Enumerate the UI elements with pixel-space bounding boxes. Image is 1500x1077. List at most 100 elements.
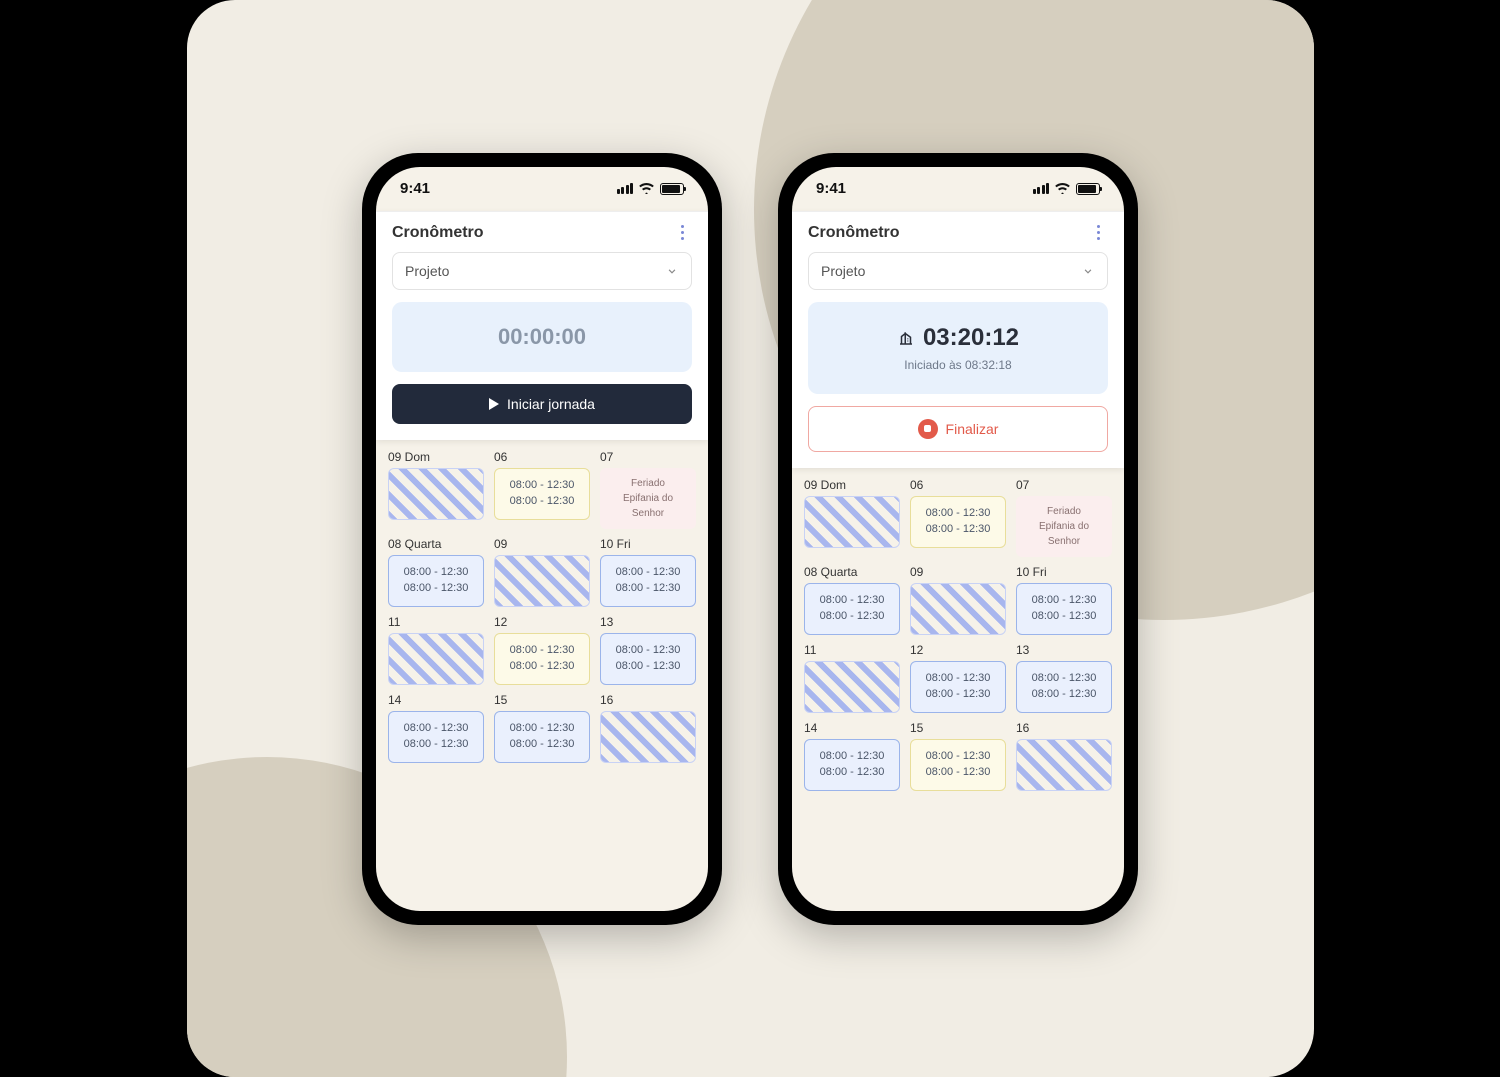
- more-menu-button[interactable]: [672, 225, 692, 240]
- day-label: 08 Quarta: [388, 537, 484, 551]
- day-box: [804, 661, 900, 713]
- project-select[interactable]: Projeto: [392, 252, 692, 290]
- day-cell[interactable]: 09 Dom: [388, 450, 484, 529]
- day-box: 08:00 - 12:3008:00 - 12:30: [494, 711, 590, 763]
- wifi-icon: [1055, 183, 1070, 194]
- day-cell[interactable]: 13 08:00 - 12:3008:00 - 12:30: [600, 615, 696, 685]
- day-box: 08:00 - 12:3008:00 - 12:30: [388, 711, 484, 763]
- day-label: 14: [804, 721, 900, 735]
- day-line: 08:00 - 12:30: [395, 736, 477, 753]
- day-box: 08:00 - 12:3008:00 - 12:30: [494, 468, 590, 520]
- status-time: 9:41: [400, 180, 430, 197]
- day-label: 14: [388, 693, 484, 707]
- timer-card: Cronômetro Projeto 03:20:12 Iniciado às …: [792, 211, 1124, 468]
- signal-icon: [1033, 183, 1050, 194]
- start-button[interactable]: Iniciar jornada: [392, 384, 692, 424]
- day-line: 08:00 - 12:30: [917, 748, 999, 765]
- day-cell[interactable]: 16: [600, 693, 696, 763]
- timer-display: 03:20:12 Iniciado às 08:32:18: [808, 302, 1108, 394]
- day-cell[interactable]: 08 Quarta08:00 - 12:3008:00 - 12:30: [388, 537, 484, 607]
- day-cell[interactable]: 1508:00 - 12:3008:00 - 12:30: [494, 693, 590, 763]
- project-select[interactable]: Projeto: [808, 252, 1108, 290]
- mockup-stage: 9:41 Cronômetro Projeto 00:00:00: [187, 0, 1314, 1077]
- day-line: 08:00 - 12:30: [395, 564, 477, 581]
- day-cell[interactable]: 07 FeriadoEpifania do Senhor: [1016, 478, 1112, 557]
- day-box: 08:00 - 12:3008:00 - 12:30: [804, 739, 900, 791]
- status-bar: 9:41: [792, 167, 1124, 211]
- day-label: 09 Dom: [388, 450, 484, 464]
- day-label: 07: [1016, 478, 1112, 492]
- day-label: 16: [1016, 721, 1112, 735]
- day-cell[interactable]: 1308:00 - 12:3008:00 - 12:30: [1016, 643, 1112, 713]
- day-cell[interactable]: 06 08:00 - 12:3008:00 - 12:30: [494, 450, 590, 529]
- day-cell[interactable]: 10 Fri08:00 - 12:3008:00 - 12:30: [1016, 565, 1112, 635]
- day-line: 08:00 - 12:30: [811, 608, 893, 625]
- day-label: 13: [600, 615, 696, 629]
- day-line: 08:00 - 12:30: [607, 642, 689, 659]
- page-title: Cronômetro: [808, 224, 900, 242]
- stop-icon: [918, 419, 938, 439]
- day-line: 08:00 - 12:30: [917, 505, 999, 522]
- day-cell[interactable]: 07FeriadoEpifania do Senhor: [600, 450, 696, 529]
- day-line: 08:00 - 12:30: [1023, 608, 1105, 625]
- day-box: 08:00 - 12:3008:00 - 12:30: [1016, 661, 1112, 713]
- day-label: 06: [494, 450, 590, 464]
- day-line: Epifania do Senhor: [1022, 519, 1106, 549]
- day-label: 15: [910, 721, 1006, 735]
- day-label: 08 Quarta: [804, 565, 900, 579]
- project-select-label: Projeto: [821, 263, 865, 279]
- day-cell[interactable]: 1208:00 - 12:3008:00 - 12:30: [494, 615, 590, 685]
- phone-left: 9:41 Cronômetro Projeto 00:00:00: [362, 153, 722, 925]
- day-cell[interactable]: 14 08:00 - 12:3008:00 - 12:30: [388, 693, 484, 763]
- day-box: [388, 468, 484, 520]
- start-button-label: Iniciar jornada: [507, 396, 595, 412]
- day-label: 11: [388, 615, 484, 629]
- day-cell[interactable]: 11: [804, 643, 900, 713]
- day-cell[interactable]: 1508:00 - 12:3008:00 - 12:30: [910, 721, 1006, 791]
- more-menu-button[interactable]: [1088, 225, 1108, 240]
- day-box: [804, 496, 900, 548]
- day-cell[interactable]: 09: [494, 537, 590, 607]
- day-cell[interactable]: 09 Dom: [804, 478, 900, 557]
- day-cell[interactable]: 11: [388, 615, 484, 685]
- page-title: Cronômetro: [392, 224, 484, 242]
- day-line: Feriado: [606, 476, 690, 491]
- day-box: [1016, 739, 1112, 791]
- stop-button[interactable]: Finalizar: [808, 406, 1108, 452]
- day-cell[interactable]: 10 Fri08:00 - 12:3008:00 - 12:30: [600, 537, 696, 607]
- day-line: 08:00 - 12:30: [501, 658, 583, 675]
- day-cell[interactable]: 08 Quarta08:00 - 12:3008:00 - 12:30: [804, 565, 900, 635]
- day-line: 08:00 - 12:30: [1023, 686, 1105, 703]
- day-box: [910, 583, 1006, 635]
- timer-value: 00:00:00: [402, 324, 682, 350]
- day-label: 09 Dom: [804, 478, 900, 492]
- day-box: 08:00 - 12:3008:00 - 12:30: [494, 633, 590, 685]
- day-cell[interactable]: 12 08:00 - 12:3008:00 - 12:30: [910, 643, 1006, 713]
- day-line: Feriado: [1022, 504, 1106, 519]
- day-line: 08:00 - 12:30: [501, 736, 583, 753]
- day-label: 06: [910, 478, 1006, 492]
- day-label: 12: [910, 643, 1006, 657]
- day-cell[interactable]: 0608:00 - 12:3008:00 - 12:30: [910, 478, 1006, 557]
- timer-value: 03:20:12: [923, 324, 1019, 352]
- chevron-down-icon: [665, 264, 679, 278]
- timer-card: Cronômetro Projeto 00:00:00 Iniciar jorn…: [376, 211, 708, 440]
- day-label: 07: [600, 450, 696, 464]
- battery-icon: [660, 183, 684, 195]
- day-cell[interactable]: 14 08:00 - 12:3008:00 - 12:30: [804, 721, 900, 791]
- day-box: 08:00 - 12:3008:00 - 12:30: [1016, 583, 1112, 635]
- day-label: 09: [494, 537, 590, 551]
- signal-icon: [617, 183, 634, 194]
- play-icon: [489, 398, 499, 410]
- status-bar: 9:41: [376, 167, 708, 211]
- day-box: 08:00 - 12:3008:00 - 12:30: [910, 661, 1006, 713]
- day-box: [494, 555, 590, 607]
- day-cell[interactable]: 16: [1016, 721, 1112, 791]
- wifi-icon: [639, 183, 654, 194]
- day-cell[interactable]: 09: [910, 565, 1006, 635]
- day-line: 08:00 - 12:30: [607, 564, 689, 581]
- day-line: 08:00 - 12:30: [607, 580, 689, 597]
- day-line: 08:00 - 12:30: [811, 764, 893, 781]
- project-select-label: Projeto: [405, 263, 449, 279]
- day-box: 08:00 - 12:3008:00 - 12:30: [600, 633, 696, 685]
